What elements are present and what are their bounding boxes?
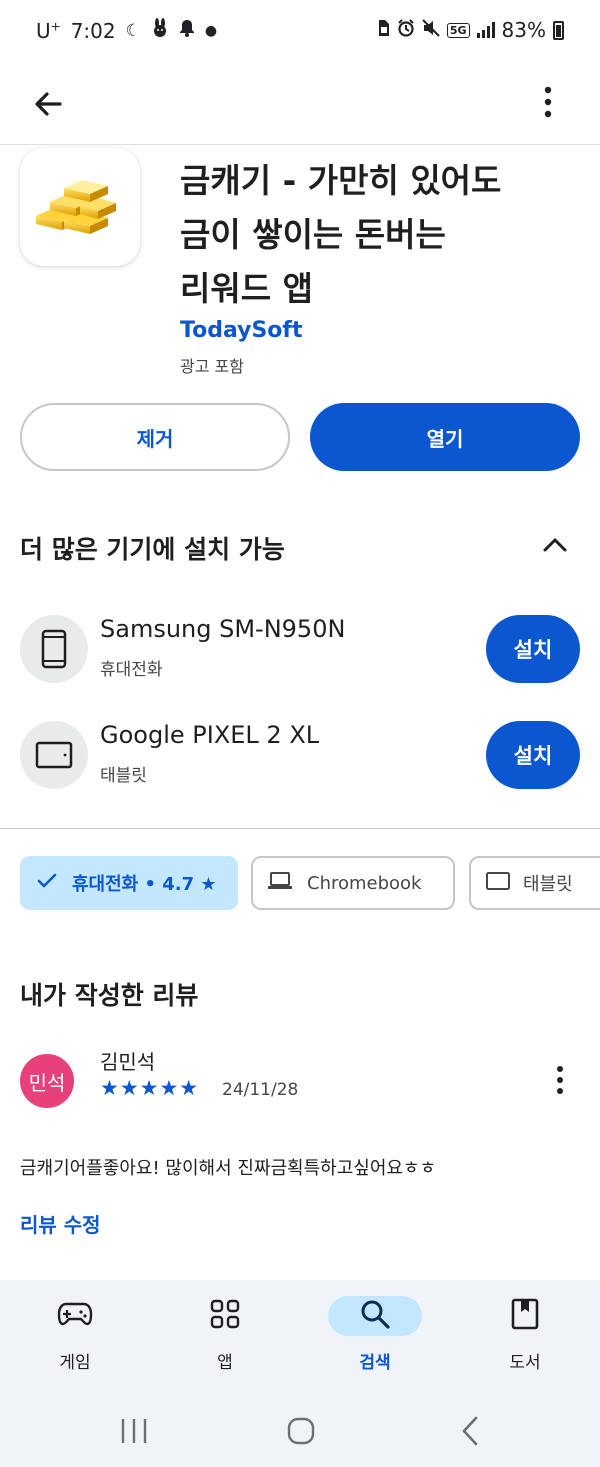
- device-type: 휴대전화: [100, 660, 163, 680]
- chip-chromebook-label: Chromebook: [307, 872, 422, 894]
- app-title-line: 금이 쌓이는 돈버는: [180, 215, 446, 254]
- reviewer-name: 김민석: [100, 1050, 156, 1074]
- device-name: Samsung SM-N950N: [100, 615, 346, 643]
- install-button[interactable]: 설치: [486, 615, 580, 683]
- battery-percent: 83%: [501, 18, 546, 42]
- status-left: U+ 7:02 ☾ ●: [36, 18, 217, 43]
- top-app-bar: [0, 64, 600, 144]
- bottom-navigation: 게임 앱 검색 도서: [0, 1280, 600, 1390]
- search-icon: [359, 1298, 391, 1334]
- tablet-icon: [485, 871, 511, 896]
- more-options-icon[interactable]: [524, 82, 572, 126]
- nav-item-apps[interactable]: 앱: [170, 1294, 280, 1384]
- gamepad-icon: [57, 1301, 93, 1331]
- nav-item-games[interactable]: 게임: [20, 1294, 130, 1384]
- nav-item-search[interactable]: 검색: [320, 1294, 430, 1384]
- sim-icon: [376, 19, 390, 41]
- clock: 7:02: [70, 18, 116, 43]
- dot-icon: ●: [204, 22, 218, 39]
- review-text: 금캐기어플좋아요! 많이해서 진짜금획특하고싶어요ㅎㅎ: [20, 1158, 437, 1179]
- status-bar: U+ 7:02 ☾ ● 5G 83%: [0, 0, 600, 64]
- home-icon[interactable]: [285, 1416, 317, 1450]
- chip-phone[interactable]: 휴대전화 • 4.7 ★: [20, 856, 238, 910]
- more-devices-title: 더 많은 기기에 설치 가능: [20, 535, 285, 564]
- laptop-icon: [267, 871, 293, 896]
- developer-link[interactable]: TodaySoft: [180, 318, 303, 343]
- nav-pill: [478, 1296, 572, 1336]
- chip-tablet-label: 태블릿: [523, 874, 573, 895]
- install-button[interactable]: 설치: [486, 721, 580, 789]
- tablet-icon: [20, 721, 88, 789]
- chip-chromebook[interactable]: Chromebook: [251, 856, 455, 910]
- avatar: 민석: [20, 1054, 74, 1108]
- back-nav-icon[interactable]: [456, 1414, 484, 1452]
- signal-icon: [476, 22, 495, 38]
- battery-icon: [553, 20, 564, 40]
- apps-grid-icon: [210, 1299, 240, 1333]
- star-rating: ★★★★★: [100, 1076, 200, 1100]
- device-row: Google PIXEL 2 XL 태블릿 설치: [0, 711, 600, 801]
- check-icon: [36, 870, 58, 897]
- nav-label: 게임: [59, 1353, 91, 1373]
- nav-label: 검색: [359, 1353, 391, 1373]
- ads-notice: 광고 포함: [180, 357, 244, 376]
- carrier: U+: [36, 18, 61, 43]
- chip-phone-label: 휴대전화 • 4.7 ★: [72, 874, 217, 895]
- open-button[interactable]: 열기: [310, 403, 580, 471]
- app-title-line: 리워드 앱: [180, 269, 313, 308]
- gold-bars-icon: [20, 148, 140, 266]
- section-divider: [0, 828, 600, 829]
- nav-label: 도서: [509, 1353, 541, 1373]
- chevron-up-icon[interactable]: [540, 530, 570, 560]
- app-bar-divider: [0, 144, 600, 145]
- nav-pill: [178, 1296, 272, 1336]
- phone-icon: [20, 615, 88, 683]
- network-type-badge: 5G: [446, 22, 470, 38]
- notification-bell-icon: [179, 19, 195, 42]
- nav-item-books[interactable]: 도서: [470, 1294, 580, 1384]
- moon-icon: ☾: [125, 20, 141, 41]
- my-review-title: 내가 작성한 리뷰: [20, 981, 199, 1010]
- alarm-icon: [397, 19, 415, 41]
- nav-pill: [28, 1296, 122, 1336]
- device-name: Google PIXEL 2 XL: [100, 721, 320, 749]
- review-date: 24/11/28: [222, 1080, 299, 1100]
- uninstall-button[interactable]: 제거: [20, 403, 290, 471]
- book-icon: [511, 1298, 539, 1334]
- back-arrow-icon[interactable]: [24, 80, 72, 128]
- device-type: 태블릿: [100, 766, 147, 786]
- nav-label: 앱: [217, 1353, 233, 1373]
- device-row: Samsung SM-N950N 휴대전화 설치: [0, 605, 600, 695]
- nav-pill-active: [328, 1296, 422, 1336]
- edit-review-link[interactable]: 리뷰 수정: [20, 1209, 101, 1238]
- status-right: 5G 83%: [376, 18, 564, 42]
- system-navigation-bar: [0, 1390, 600, 1467]
- review-more-options-icon[interactable]: [548, 1064, 572, 1098]
- rabbit-icon: [151, 18, 169, 43]
- app-title-line: 금캐기 - 가만히 있어도: [180, 161, 502, 200]
- chip-tablet[interactable]: 태블릿: [469, 856, 600, 910]
- mute-icon: [422, 19, 440, 41]
- app-title: 금캐기 - 가만히 있어도 금이 쌓이는 돈버는 리워드 앱: [180, 154, 580, 316]
- recent-apps-icon[interactable]: [118, 1416, 150, 1450]
